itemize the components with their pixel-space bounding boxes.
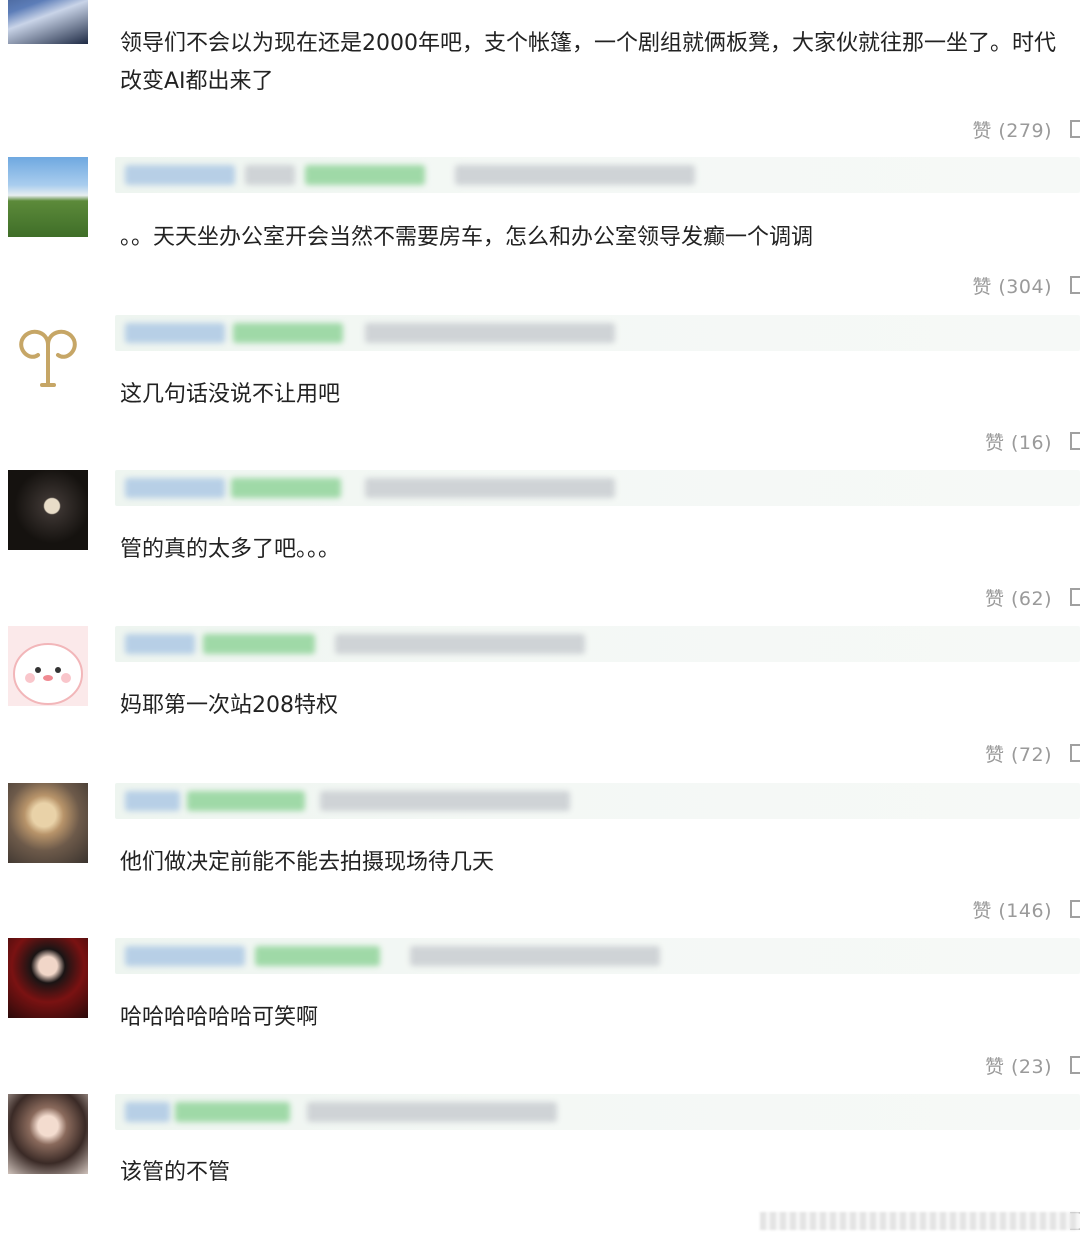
comment-text: 他们做决定前能不能去拍摄现场待几天 [120, 850, 495, 875]
username-header-blurred [115, 470, 1080, 506]
reply-icon[interactable] [1070, 1056, 1080, 1074]
like-count[interactable]: 赞 (16) [985, 428, 1052, 455]
username-header-blurred [115, 315, 1080, 351]
reply-icon[interactable] [1070, 744, 1080, 762]
username-header-blurred [115, 626, 1080, 662]
username-header-blurred [115, 783, 1080, 819]
user-avatar[interactable] [8, 938, 88, 1018]
like-count[interactable]: 赞 (62) [985, 584, 1052, 611]
comment-text: 妈耶第一次站208特权 [120, 693, 338, 718]
like-count[interactable]: 赞 (279) [972, 116, 1052, 143]
comment-text: 哈哈哈哈哈哈可笑啊 [120, 1005, 319, 1030]
comment-text: 。。天天坐办公室开会当然不需要房车，怎么和办公室领导发癫一个调调 [120, 225, 814, 250]
user-avatar[interactable] [8, 626, 88, 706]
user-avatar[interactable] [8, 470, 88, 550]
comment-text: 该管的不管 [120, 1160, 231, 1185]
reply-icon[interactable] [1070, 276, 1080, 294]
comment-text: 这几句话没说不让用吧 [120, 382, 341, 407]
like-count[interactable]: 赞 (72) [985, 740, 1052, 767]
username-header-blurred [115, 938, 1080, 974]
user-avatar[interactable] [8, 783, 88, 863]
like-count[interactable]: 赞 (146) [972, 896, 1052, 923]
username-header-blurred [115, 1094, 1080, 1130]
username-header-blurred [115, 157, 1080, 193]
pink-cartoon-icon [8, 626, 88, 706]
like-count[interactable]: 赞 (23) [985, 1052, 1052, 1079]
user-avatar[interactable] [8, 0, 88, 44]
reply-icon[interactable] [1070, 588, 1080, 606]
user-avatar[interactable] [8, 157, 88, 237]
user-avatar[interactable] [8, 1094, 88, 1174]
blurred-footer-strip [760, 1212, 1080, 1230]
reply-icon[interactable] [1070, 900, 1080, 918]
comment-text: 管的真的太多了吧。。。 [120, 537, 341, 562]
user-avatar[interactable] [8, 315, 88, 395]
like-count[interactable]: 赞 (304) [972, 272, 1052, 299]
comment-text: 领导们不会以为现在还是2000年吧，支个帐篷，一个剧组就俩板凳，大家伙就往那一坐… [120, 31, 1056, 94]
reply-icon[interactable] [1070, 432, 1080, 450]
reply-icon[interactable] [1070, 120, 1080, 138]
gold-symbol-icon [8, 315, 88, 395]
